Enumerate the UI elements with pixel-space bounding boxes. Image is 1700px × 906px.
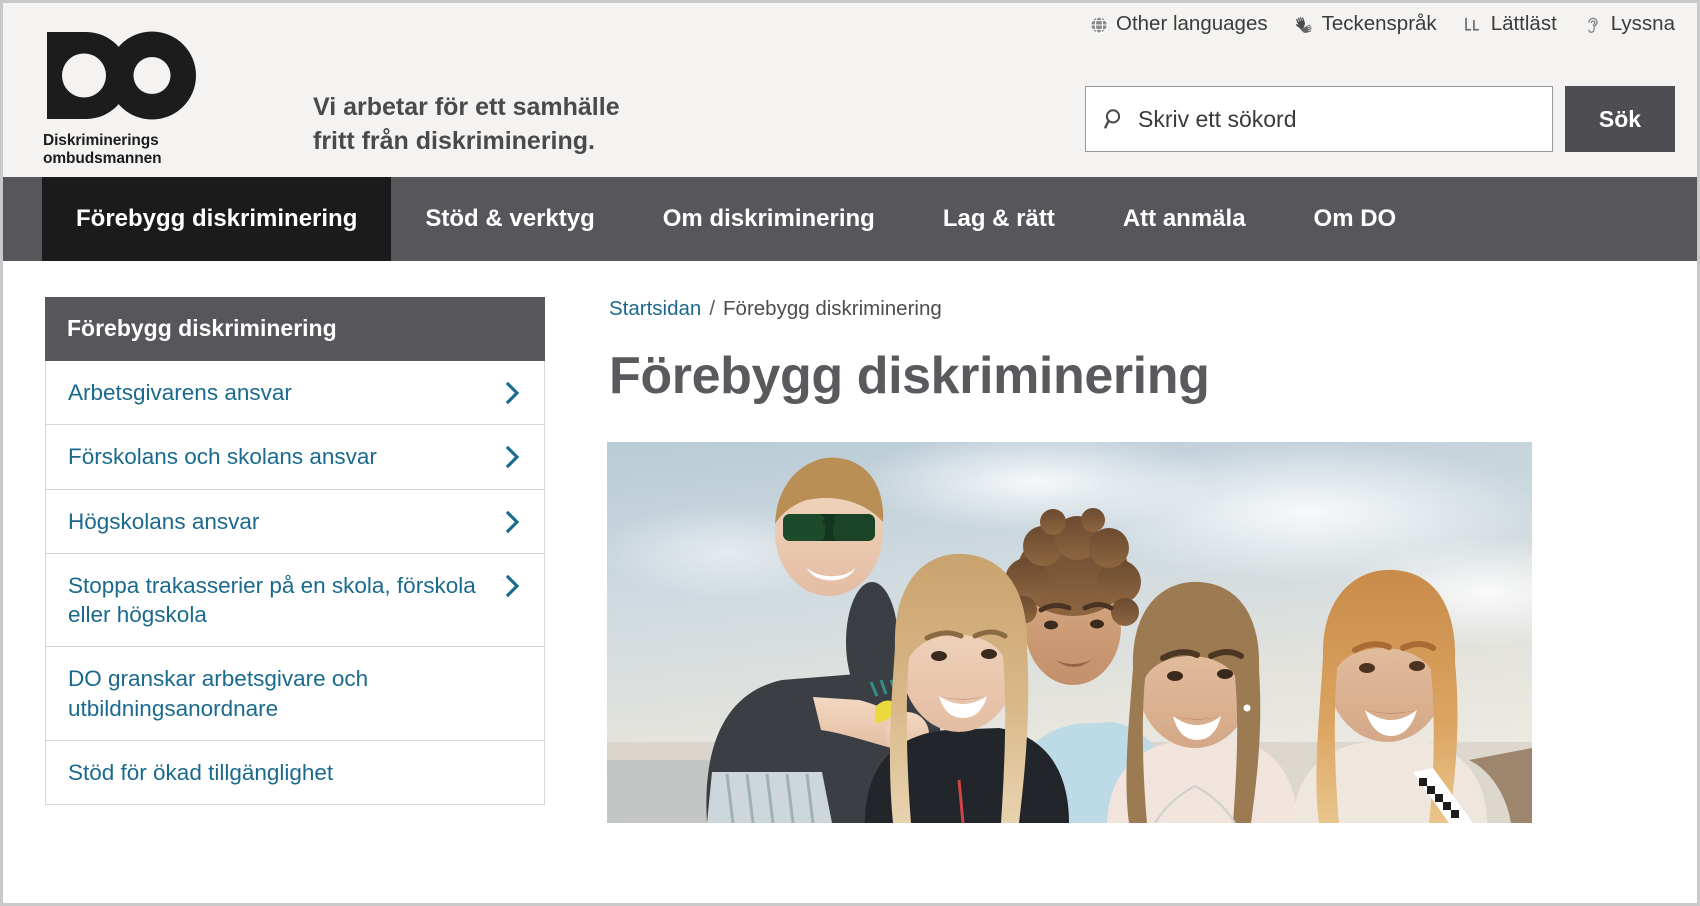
main-column: Startsidan / Förebygg diskriminering För…	[607, 297, 1657, 823]
sidebar-item-forskolans-och-skolans-ansvar[interactable]: Förskolans och skolans ansvar	[46, 425, 544, 489]
chevron-right-icon	[504, 509, 522, 535]
site-logo[interactable]: Diskriminerings ombudsmannen	[43, 28, 198, 168]
breadcrumb-separator: /	[709, 297, 715, 321]
globe-icon	[1088, 14, 1109, 35]
ear-icon	[1583, 14, 1604, 35]
sidebar-item-label: DO granskar arbetsgivare och utbildnings…	[68, 664, 492, 723]
utility-link-label: Other languages	[1116, 14, 1268, 35]
sign-language-icon	[1294, 14, 1315, 35]
sidebar-item-do-granskar-arbetsgivare[interactable]: DO granskar arbetsgivare och utbildnings…	[46, 647, 544, 741]
nav-item-om-diskriminering[interactable]: Om diskriminering	[629, 177, 909, 261]
search-field[interactable]	[1085, 86, 1553, 152]
utility-link-other-languages[interactable]: Other languages	[1088, 14, 1268, 35]
logo-wordmark-line-1: Diskriminerings	[43, 132, 198, 150]
page-title: Förebygg diskriminering	[607, 348, 1657, 404]
utility-link-label: Teckenspråk	[1322, 14, 1437, 35]
utility-link-label: Lyssna	[1611, 14, 1675, 35]
chevron-right-icon	[504, 380, 522, 406]
site-tagline: Vi arbetar för ett samhälle fritt från d…	[313, 91, 620, 159]
hero-image	[607, 442, 1532, 823]
sidebar-item-label: Arbetsgivarens ansvar	[68, 378, 292, 407]
breadcrumb-current: Förebygg diskriminering	[723, 297, 942, 321]
do-logomark-icon	[43, 28, 198, 123]
sidebar-item-label: Stoppa trakasserier på en skola, förskol…	[68, 571, 492, 630]
utility-link-lyssna[interactable]: Lyssna	[1583, 14, 1675, 35]
sidebar-item-label: Stöd för ökad tillgänglighet	[68, 758, 333, 787]
search-submit-button[interactable]: Sök	[1565, 86, 1675, 152]
site-header: Other languages Teckenspråk	[3, 3, 1697, 177]
nav-left-spacer	[3, 177, 42, 261]
easy-read-ll-icon	[1463, 14, 1484, 35]
sidebar-item-label: Högskolans ansvar	[68, 507, 259, 536]
sidebar-item-label: Förskolans och skolans ansvar	[68, 442, 377, 471]
main-navigation: Förebygg diskriminering Stöd & verktyg O…	[3, 177, 1697, 261]
hero-photo-illustration	[607, 442, 1532, 823]
sidebar-header: Förebygg diskriminering	[45, 297, 545, 361]
logo-wordmark: Diskriminerings ombudsmannen	[43, 132, 198, 168]
nav-item-forebygg-diskriminering[interactable]: Förebygg diskriminering	[42, 177, 391, 261]
chevron-right-icon	[504, 444, 522, 470]
logo-wordmark-line-2: ombudsmannen	[43, 150, 198, 168]
sidebar-item-stod-for-okad-tillganglighet[interactable]: Stöd för ökad tillgänglighet	[46, 741, 544, 804]
utility-link-label: Lättläst	[1491, 14, 1557, 35]
nav-item-lag-ratt[interactable]: Lag & rätt	[909, 177, 1089, 261]
utility-link-teckensprak[interactable]: Teckenspråk	[1294, 14, 1437, 35]
nav-item-att-anmala[interactable]: Att anmäla	[1089, 177, 1280, 261]
nav-item-stod-verktyg[interactable]: Stöd & verktyg	[391, 177, 628, 261]
breadcrumb-link-startsidan[interactable]: Startsidan	[609, 297, 701, 321]
chevron-right-icon	[504, 573, 522, 599]
sidebar-item-arbetsgivarens-ansvar[interactable]: Arbetsgivarens ansvar	[46, 361, 544, 425]
sidebar-item-hogskolans-ansvar[interactable]: Högskolans ansvar	[46, 490, 544, 554]
sidebar-item-stoppa-trakasserier[interactable]: Stoppa trakasserier på en skola, förskol…	[46, 554, 544, 648]
page-content: Förebygg diskriminering Arbetsgivarens a…	[3, 261, 1697, 823]
sidebar-navigation: Förebygg diskriminering Arbetsgivarens a…	[45, 297, 545, 805]
sidebar-list: Arbetsgivarens ansvar Förskolans och sko…	[45, 361, 545, 805]
utility-links: Other languages Teckenspråk	[1088, 14, 1675, 35]
utility-link-lattlast[interactable]: Lättläst	[1463, 14, 1557, 35]
nav-item-om-do[interactable]: Om DO	[1280, 177, 1431, 261]
browser-page: Other languages Teckenspråk	[0, 0, 1700, 906]
breadcrumb: Startsidan / Förebygg diskriminering	[607, 297, 1657, 321]
search-area: Sök	[1085, 86, 1675, 152]
search-input[interactable]	[1086, 87, 1552, 151]
